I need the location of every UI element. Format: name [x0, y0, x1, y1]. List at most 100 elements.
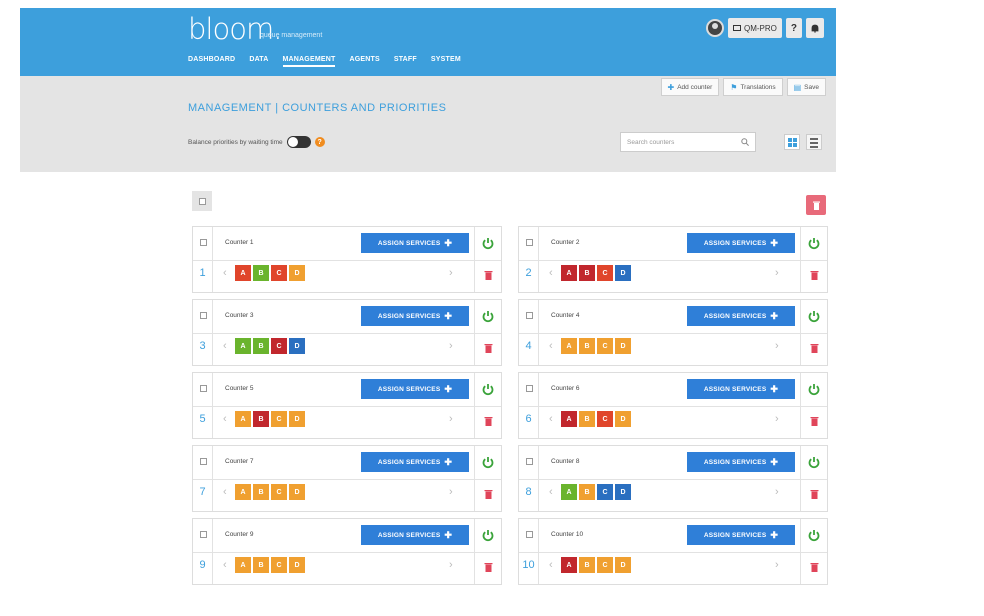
priority-badge[interactable]: C [271, 411, 287, 427]
priority-badge[interactable]: A [235, 411, 251, 427]
trash-icon[interactable] [484, 270, 493, 280]
trash-icon[interactable] [484, 562, 493, 572]
counter-checkbox[interactable] [200, 458, 207, 465]
app-logo[interactable]: bloom. [188, 12, 282, 46]
priority-badge[interactable]: B [579, 411, 595, 427]
chevron-right-icon[interactable]: › [449, 486, 453, 498]
priority-badge[interactable]: C [597, 338, 613, 354]
priority-badge[interactable]: B [579, 557, 595, 573]
priority-badge[interactable]: C [271, 557, 287, 573]
chevron-right-icon[interactable]: › [775, 486, 779, 498]
priority-badge[interactable]: B [579, 338, 595, 354]
trash-icon[interactable] [810, 343, 819, 353]
chevron-right-icon[interactable]: › [449, 559, 453, 571]
counter-checkbox[interactable] [526, 385, 533, 392]
power-icon[interactable] [481, 455, 495, 469]
chevron-left-icon[interactable]: ‹ [223, 340, 227, 352]
chevron-left-icon[interactable]: ‹ [223, 413, 227, 425]
counter-checkbox[interactable] [200, 312, 207, 319]
nav-agents[interactable]: AGENTS [349, 56, 379, 67]
trash-icon[interactable] [810, 270, 819, 280]
priority-badge[interactable]: D [289, 557, 305, 573]
priority-badge[interactable]: D [289, 265, 305, 281]
translations-button[interactable]: ⚑ Translations [723, 78, 783, 96]
priority-badge[interactable]: D [289, 338, 305, 354]
chevron-left-icon[interactable]: ‹ [549, 559, 553, 571]
priority-badge[interactable]: D [615, 557, 631, 573]
add-counter-button[interactable]: ✚ Add counter [660, 78, 720, 96]
avatar-icon[interactable] [706, 19, 724, 37]
assign-services-button[interactable]: ASSIGN SERVICES ✚ [361, 525, 469, 545]
chevron-left-icon[interactable]: ‹ [223, 559, 227, 571]
trash-icon[interactable] [810, 489, 819, 499]
trash-icon[interactable] [484, 343, 493, 353]
chevron-left-icon[interactable]: ‹ [549, 486, 553, 498]
trash-icon[interactable] [484, 489, 493, 499]
assign-services-button[interactable]: ASSIGN SERVICES ✚ [361, 306, 469, 326]
grid-view-icon[interactable] [784, 134, 800, 150]
assign-services-button[interactable]: ASSIGN SERVICES ✚ [361, 233, 469, 253]
priority-badge[interactable]: D [615, 484, 631, 500]
help-button[interactable]: ? [785, 18, 802, 38]
power-icon[interactable] [481, 382, 495, 396]
nav-management[interactable]: MANAGEMENT [282, 56, 336, 67]
chevron-left-icon[interactable]: ‹ [549, 340, 553, 352]
assign-services-button[interactable]: ASSIGN SERVICES ✚ [687, 233, 795, 253]
counter-checkbox[interactable] [200, 239, 207, 246]
priority-badge[interactable]: D [289, 484, 305, 500]
chevron-right-icon[interactable]: › [449, 340, 453, 352]
trash-icon[interactable] [810, 416, 819, 426]
priority-badge[interactable]: D [615, 265, 631, 281]
counter-checkbox[interactable] [526, 312, 533, 319]
priority-badge[interactable]: A [561, 338, 577, 354]
priority-badge[interactable]: C [597, 265, 613, 281]
chevron-right-icon[interactable]: › [449, 267, 453, 279]
counter-checkbox[interactable] [526, 531, 533, 538]
priority-badge[interactable]: A [561, 557, 577, 573]
power-icon[interactable] [807, 309, 821, 323]
trash-icon[interactable] [484, 416, 493, 426]
priority-badge[interactable]: A [561, 484, 577, 500]
nav-system[interactable]: SYSTEM [431, 56, 461, 67]
priority-badge[interactable]: C [271, 484, 287, 500]
priority-badge[interactable]: A [561, 411, 577, 427]
priority-badge[interactable]: C [597, 484, 613, 500]
priority-badge[interactable]: D [615, 411, 631, 427]
chevron-left-icon[interactable]: ‹ [549, 267, 553, 279]
counter-checkbox[interactable] [200, 531, 207, 538]
priority-badge[interactable]: A [235, 557, 251, 573]
power-icon[interactable] [481, 528, 495, 542]
assign-services-button[interactable]: ASSIGN SERVICES ✚ [361, 379, 469, 399]
delete-selected-button[interactable] [806, 195, 826, 215]
priority-badge[interactable]: A [235, 265, 251, 281]
priority-badge[interactable]: D [289, 411, 305, 427]
user-menu-button[interactable]: QM-PRO [728, 18, 782, 38]
chevron-left-icon[interactable]: ‹ [549, 413, 553, 425]
power-icon[interactable] [807, 455, 821, 469]
priority-badge[interactable]: B [579, 265, 595, 281]
chevron-right-icon[interactable]: › [775, 413, 779, 425]
priority-badge[interactable]: B [253, 557, 269, 573]
nav-staff[interactable]: STAFF [394, 56, 417, 67]
chevron-right-icon[interactable]: › [775, 559, 779, 571]
priority-badge[interactable]: A [235, 338, 251, 354]
counter-checkbox[interactable] [526, 458, 533, 465]
balance-help-icon[interactable]: ? [314, 137, 325, 147]
priority-badge[interactable]: D [615, 338, 631, 354]
chevron-right-icon[interactable]: › [775, 267, 779, 279]
priority-badge[interactable]: B [253, 338, 269, 354]
priority-badge[interactable]: C [597, 557, 613, 573]
nav-dashboard[interactable]: DASHBOARD [188, 56, 235, 67]
assign-services-button[interactable]: ASSIGN SERVICES ✚ [687, 306, 795, 326]
chevron-left-icon[interactable]: ‹ [223, 486, 227, 498]
assign-services-button[interactable]: ASSIGN SERVICES ✚ [361, 452, 469, 472]
power-icon[interactable] [807, 382, 821, 396]
trash-icon[interactable] [810, 562, 819, 572]
priority-badge[interactable]: C [597, 411, 613, 427]
balance-toggle[interactable] [286, 136, 311, 148]
assign-services-button[interactable]: ASSIGN SERVICES ✚ [687, 452, 795, 472]
priority-badge[interactable]: B [253, 411, 269, 427]
priority-badge[interactable]: A [235, 484, 251, 500]
chevron-left-icon[interactable]: ‹ [223, 267, 227, 279]
list-view-icon[interactable] [806, 134, 822, 150]
